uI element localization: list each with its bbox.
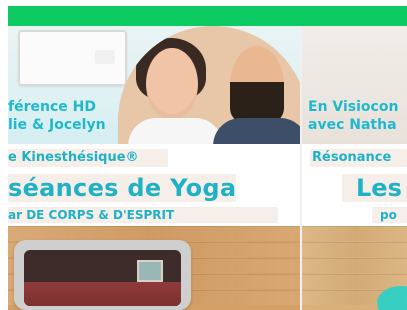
card-right-banner: En Visiocon avec Natha xyxy=(302,26,407,144)
card-left-banner-line-2: lie & Jocelyn xyxy=(8,117,106,133)
man-shirt xyxy=(213,118,300,144)
laptop-screen xyxy=(24,250,181,306)
card-right-banner-line-1: En Visiocon xyxy=(308,99,399,115)
room-floor xyxy=(24,282,181,306)
wood-plank xyxy=(302,258,407,273)
couple-photo xyxy=(118,26,300,144)
top-green-bar xyxy=(8,6,407,26)
card-right-bottom-image xyxy=(302,226,407,310)
card-right-banner-text: En Visiocon avec Natha xyxy=(308,98,407,138)
card-left-banner-text: férence HD lie & Jocelyn xyxy=(8,98,118,138)
card-right-banner-line-2: avec Natha xyxy=(308,117,397,133)
card-left-banner: férence HD lie & Jocelyn xyxy=(8,26,300,144)
laptop-icon xyxy=(14,240,191,310)
card-right-subline: po xyxy=(380,208,397,222)
card-left-bottom-image xyxy=(8,226,300,310)
tablet-device-icon xyxy=(18,30,127,86)
woman-face xyxy=(146,48,198,120)
card-right[interactable]: En Visiocon avec Natha Résonance Les s p… xyxy=(300,26,407,310)
card-right-title-band: Résonance Les s po xyxy=(302,144,407,226)
room-window xyxy=(137,260,163,282)
card-left-kicker: e Kinesthésique® xyxy=(8,150,139,165)
card-right-headline: Les s xyxy=(356,174,407,202)
card-left-subline: ar DE CORPS & D'ESPRIT xyxy=(8,208,175,222)
woman-shirt xyxy=(128,118,223,144)
card-left[interactable]: férence HD lie & Jocelyn e Kinesthésique… xyxy=(8,26,300,310)
card-left-banner-line-1: férence HD xyxy=(8,99,96,115)
card-right-kicker: Résonance xyxy=(312,150,392,165)
screenshot-frame: férence HD lie & Jocelyn e Kinesthésique… xyxy=(8,0,407,310)
wood-plank xyxy=(302,226,407,241)
wood-plank xyxy=(8,226,300,241)
card-left-headline: séances de Yoga xyxy=(8,174,237,202)
wood-plank xyxy=(302,242,407,257)
card-left-title-band: e Kinesthésique® séances de Yoga ar DE C… xyxy=(8,144,300,226)
